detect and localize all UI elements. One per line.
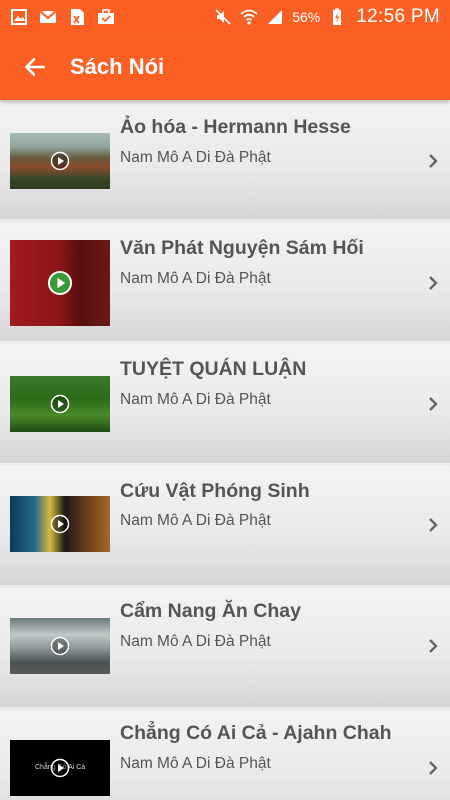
thumbnail — [10, 376, 110, 432]
list-item[interactable]: TUYỆT QUÁN LUẬN Nam Mô A Di Đà Phật — [0, 344, 450, 463]
item-subtitle: Nam Mô A Di Đà Phật — [120, 149, 271, 166]
item-title: TUYỆT QUÁN LUẬN — [120, 358, 307, 380]
briefcase-check-icon — [97, 8, 115, 26]
thumbnail — [10, 496, 110, 552]
item-subtitle: Nam Mô A Di Đà Phật — [120, 633, 271, 650]
chevron-right-icon — [429, 154, 438, 168]
app-bar: Sách Nói — [0, 33, 450, 100]
item-subtitle: Nam Mô A Di Đà Phật — [120, 512, 271, 529]
list-item[interactable]: Chẳng Có Ai Cả Chẳng Có Ai Cả - Ajahn Ch… — [0, 710, 450, 800]
signal-icon — [266, 8, 284, 26]
chevron-right-icon — [429, 397, 438, 411]
arrow-back-icon — [25, 57, 45, 76]
battery-charging-icon — [328, 8, 346, 26]
chevron-right-icon — [429, 276, 438, 290]
wifi-icon — [240, 8, 258, 26]
item-title: Văn Phát Nguyện Sám Hối — [120, 237, 364, 259]
gmail-notification-icon — [39, 8, 57, 26]
excel-notification-icon — [68, 8, 86, 26]
back-button[interactable] — [0, 33, 70, 100]
list-item[interactable]: Văn Phát Nguyện Sám Hối Nam Mô A Di Đà P… — [0, 222, 450, 341]
mute-icon — [214, 8, 232, 26]
thumbnail — [10, 240, 110, 326]
battery-percentage: 56% — [292, 8, 321, 25]
item-subtitle: Nam Mô A Di Đà Phật — [120, 391, 271, 408]
thumbnail: Chẳng Có Ai Cả — [10, 740, 110, 796]
status-bar: 56% 12:56 PM — [0, 0, 450, 33]
thumbnail — [10, 618, 110, 674]
item-title: Chẳng Có Ai Cả - Ajahn Chah — [120, 722, 392, 744]
play-icon — [50, 394, 70, 414]
chevron-right-icon — [429, 761, 438, 775]
chevron-right-icon — [429, 639, 438, 653]
list-item[interactable]: Cứu Vật Phóng Sinh Nam Mô A Di Đà Phật — [0, 466, 450, 585]
thumbnail — [10, 133, 110, 189]
clock: 12:56 PM — [356, 5, 440, 27]
list-item[interactable]: Ảo hóa - Hermann Hesse Nam Mô A Di Đà Ph… — [0, 100, 450, 219]
play-icon — [50, 636, 70, 656]
item-subtitle: Nam Mô A Di Đà Phật — [120, 755, 271, 772]
chevron-right-icon — [429, 518, 438, 532]
play-icon — [50, 151, 70, 171]
play-icon — [50, 758, 70, 778]
play-icon — [47, 270, 73, 296]
item-title: Cứu Vật Phóng Sinh — [120, 480, 310, 502]
page-title: Sách Nói — [70, 53, 165, 79]
play-icon — [50, 514, 70, 534]
item-title: Cẩm Nang Ăn Chay — [120, 600, 301, 622]
list-item[interactable]: Cẩm Nang Ăn Chay Nam Mô A Di Đà Phật — [0, 588, 450, 707]
item-title: Ảo hóa - Hermann Hesse — [120, 116, 351, 138]
item-subtitle: Nam Mô A Di Đà Phật — [120, 270, 271, 287]
gallery-notification-icon — [10, 8, 28, 26]
